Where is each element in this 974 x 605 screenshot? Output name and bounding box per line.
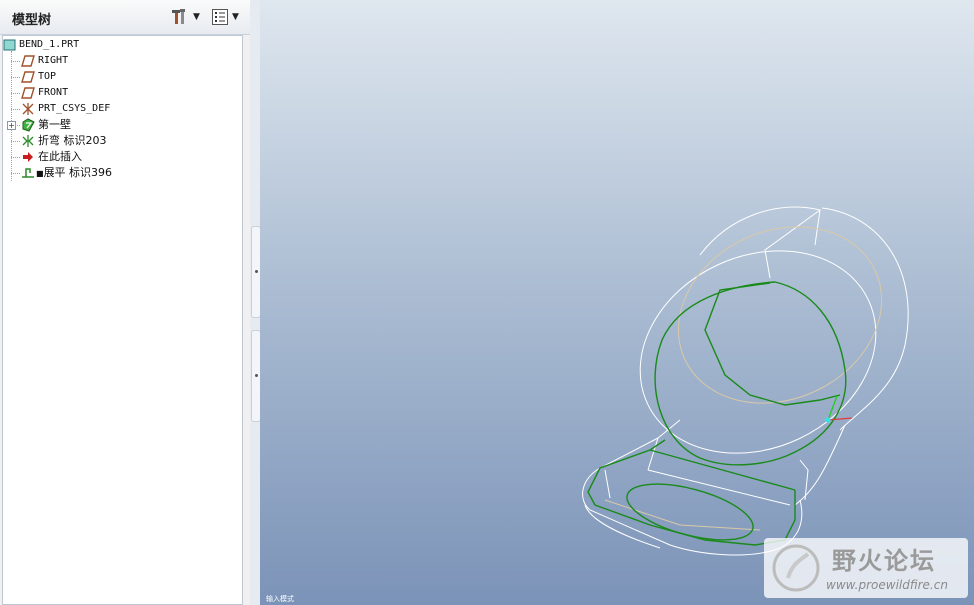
- show-options-button[interactable]: ▼: [211, 7, 239, 27]
- tree-item-label: ■展平 标识396: [36, 166, 113, 179]
- tree-item-insert-here[interactable]: 在此插入: [3, 149, 242, 165]
- splitter-grip-icon: [255, 270, 258, 273]
- datum-plane-icon: [21, 71, 35, 83]
- tree-item-root-part[interactable]: BEND_1.PRT: [3, 37, 242, 53]
- tree-item-label: RIGHT: [38, 55, 69, 66]
- model-tree: BEND_1.PRT RIGHT TOP FRONT PRT_CSYS_DEF …: [2, 35, 243, 605]
- model-tree-panel: 模型树 ▼ ▼ BEND_1.PRT RIGHT TOP FRONT PRT_C…: [0, 0, 251, 605]
- status-message: 输入模式: [266, 595, 294, 603]
- chevron-down-icon: ▼: [232, 12, 239, 22]
- tree-item-unbend[interactable]: ■展平 标识396: [3, 165, 242, 181]
- graphics-viewport[interactable]: 输入模式 野火论坛 www.proewildfire.cn: [260, 0, 974, 605]
- model-tree-header: 模型树 ▼ ▼: [0, 0, 250, 35]
- datum-plane-icon: [21, 55, 35, 67]
- tree-item-bend[interactable]: 折弯 标识203: [3, 133, 242, 149]
- part-wireframe: [582, 206, 909, 556]
- tree-item-label: 第一壁: [38, 118, 71, 131]
- coordinate-system-icon: [22, 103, 34, 115]
- settings-tools-button[interactable]: ▼: [170, 7, 200, 27]
- watermark-title: 野火论坛: [832, 547, 936, 575]
- tree-item-top-plane[interactable]: TOP: [3, 69, 242, 85]
- watermark-url: www.proewildfire.cn: [826, 578, 948, 592]
- insert-here-arrow-icon: [23, 152, 33, 162]
- tree-item-front-plane[interactable]: FRONT: [3, 85, 242, 101]
- chevron-down-icon: ▼: [193, 12, 200, 22]
- tree-item-label: PRT_CSYS_DEF: [38, 103, 111, 114]
- bend-feature-icon: [22, 135, 34, 147]
- model-tree-title: 模型树: [12, 13, 52, 28]
- datum-plane-icon: [21, 87, 35, 99]
- sheetmetal-wall-icon: [22, 118, 35, 132]
- tree-item-label: TOP: [38, 71, 57, 82]
- watermark-logo-icon: [772, 544, 820, 592]
- tree-item-label: 折弯 标识203: [38, 134, 107, 147]
- watermark: 野火论坛 www.proewildfire.cn: [764, 538, 968, 598]
- tools-icon: [172, 9, 185, 24]
- tree-item-label: BEND_1.PRT: [19, 39, 80, 50]
- list-options-icon: [212, 9, 228, 25]
- tree-item-label: 在此插入: [38, 150, 82, 163]
- tree-item-label: FRONT: [38, 87, 69, 98]
- part-icon: [3, 39, 16, 51]
- tree-item-first-wall[interactable]: + 第一壁: [3, 117, 242, 133]
- tree-item-csys[interactable]: PRT_CSYS_DEF: [3, 101, 242, 117]
- splitter-grip-icon: [255, 374, 258, 377]
- unbend-feature-icon: [22, 168, 34, 178]
- tree-item-right-plane[interactable]: RIGHT: [3, 53, 242, 69]
